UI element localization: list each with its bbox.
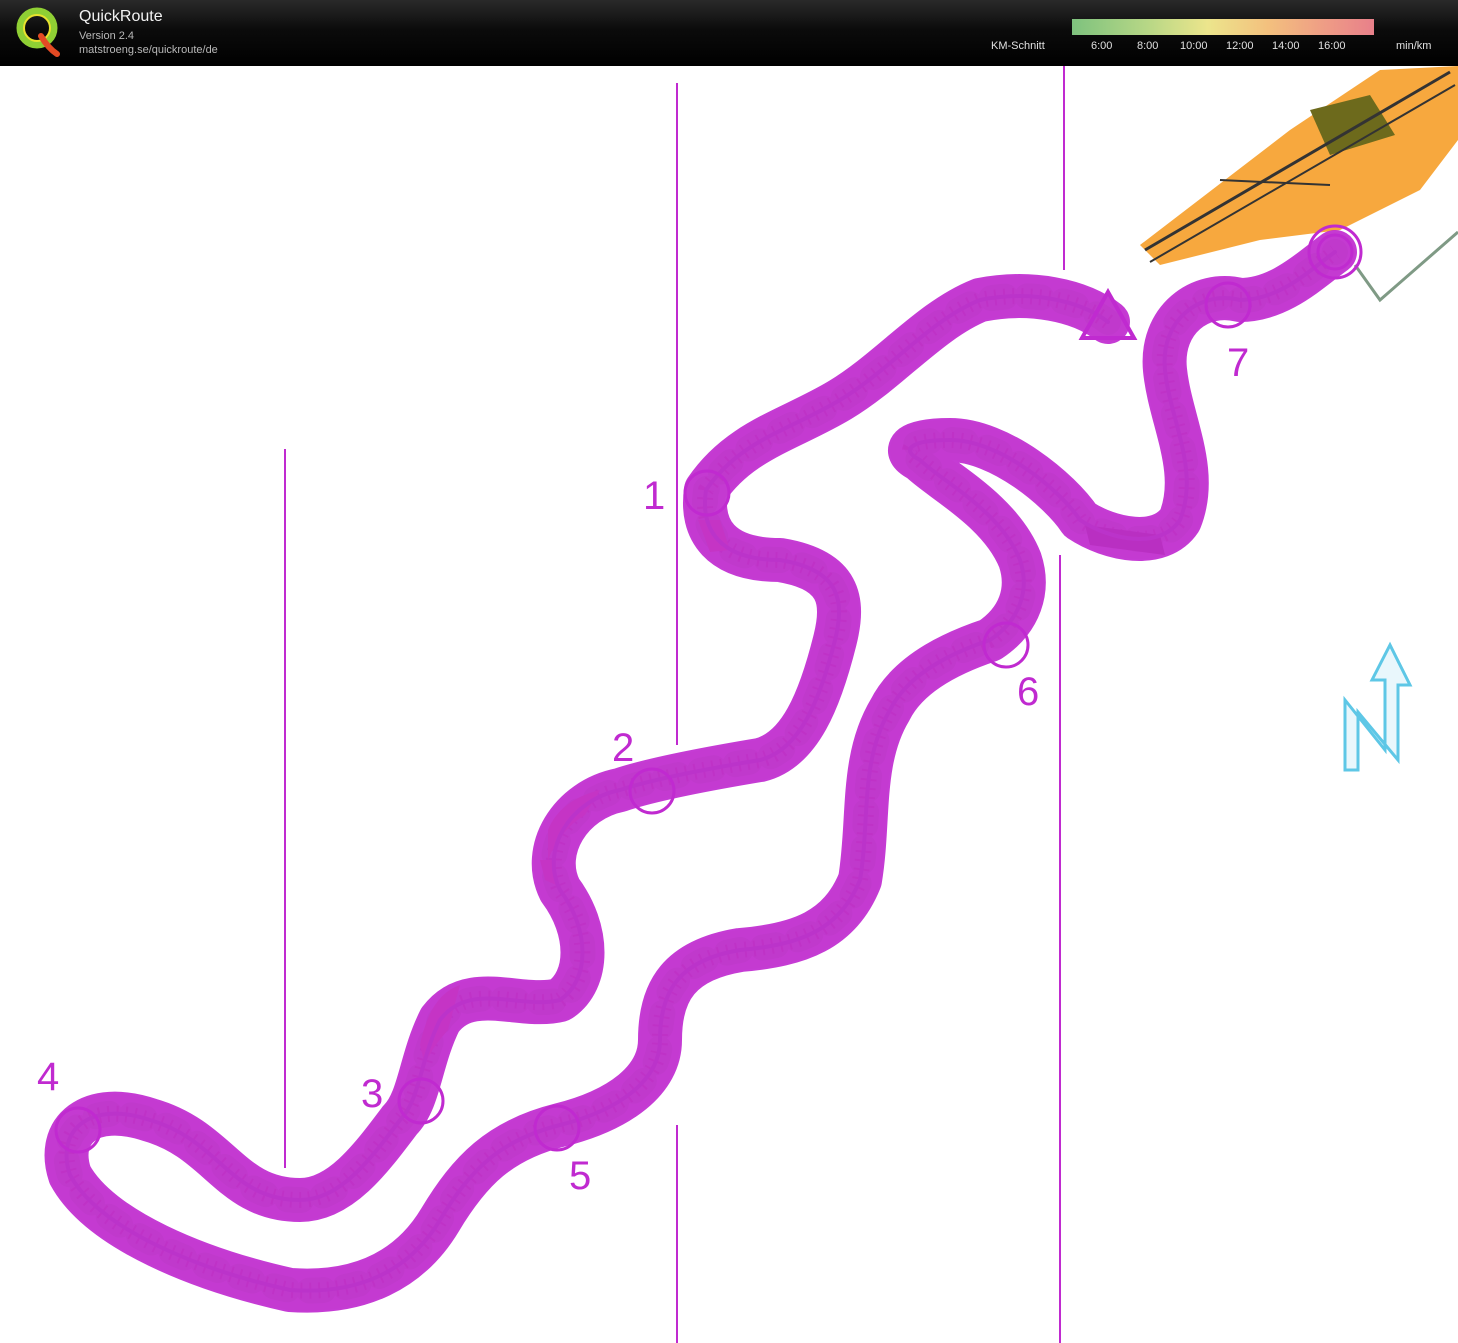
- legend-caption: KM-Schnitt: [991, 40, 1045, 52]
- app-url: matstroeng.se/quickroute/de: [79, 44, 218, 56]
- legend-tick: 8:00: [1137, 40, 1159, 52]
- control-number-7: 7: [1227, 341, 1250, 385]
- map-canvas: [44, 66, 1458, 1343]
- control-number-1: 1: [643, 474, 666, 518]
- app-version: Version 2.4: [79, 30, 135, 42]
- north-arrow-icon: [1343, 641, 1413, 772]
- legend-unit: min/km: [1396, 40, 1432, 52]
- quickroute-logo-icon: [16, 7, 60, 57]
- control-number-2: 2: [612, 726, 635, 770]
- legend-tick: 14:00: [1272, 40, 1300, 52]
- orienteering-map[interactable]: 1 2 3 4 5 6 7: [0, 66, 1458, 1343]
- legend-tick: 16:00: [1318, 40, 1346, 52]
- app-title: QuickRoute: [79, 8, 163, 25]
- legend-tick: 10:00: [1180, 40, 1208, 52]
- legend-tick: 12:00: [1226, 40, 1254, 52]
- app-header: QuickRoute Version 2.4 matstroeng.se/qui…: [0, 0, 1458, 66]
- legend-tick: 6:00: [1091, 40, 1113, 52]
- control-number-4: 4: [37, 1055, 60, 1099]
- control-number-6: 6: [1017, 670, 1040, 714]
- control-number-3: 3: [361, 1072, 384, 1116]
- control-number-5: 5: [569, 1154, 592, 1198]
- speed-color-bar: [1072, 19, 1374, 35]
